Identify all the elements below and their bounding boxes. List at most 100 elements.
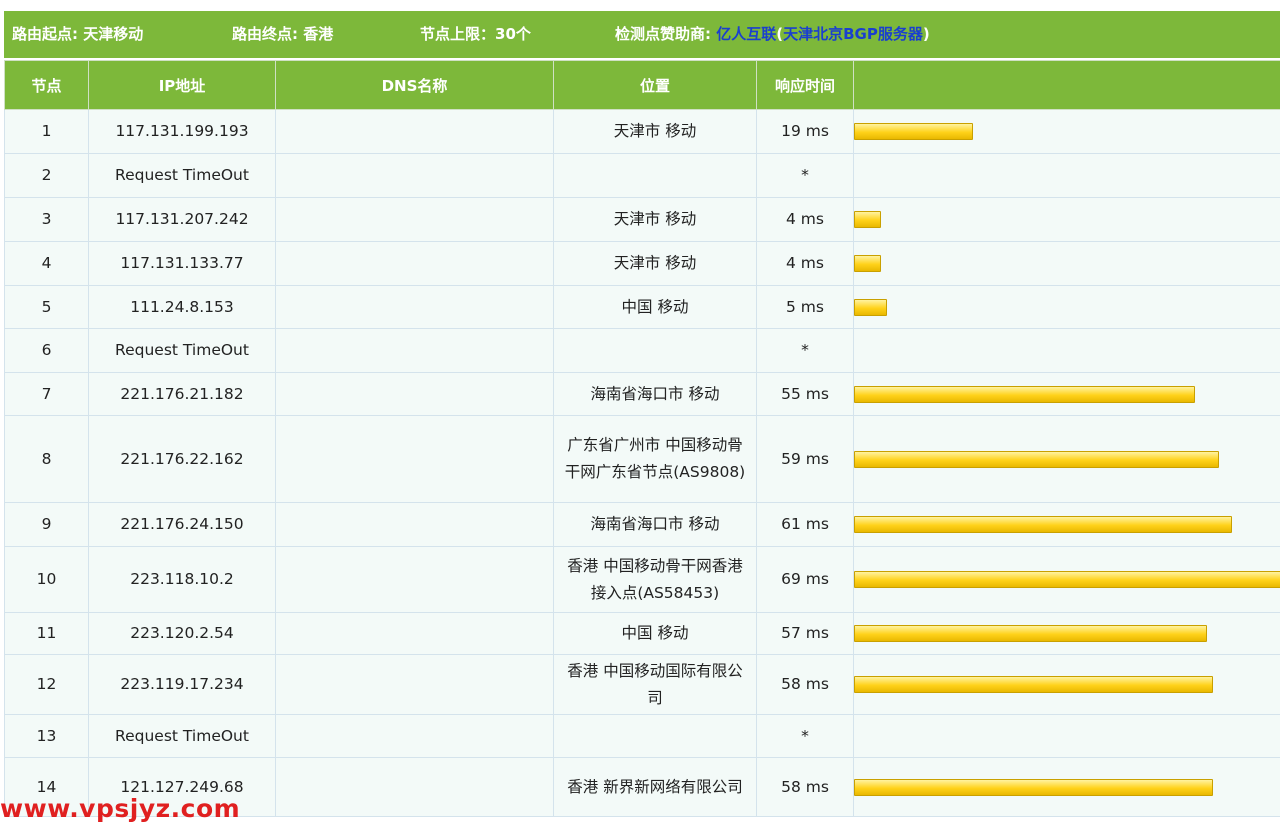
ip-cell: 221.176.24.150 — [88, 502, 276, 547]
ip-cell: 223.120.2.54 — [88, 612, 276, 655]
latency-bar — [854, 123, 973, 140]
col-header-node: 节点 — [4, 60, 89, 110]
table-row: 6 Request TimeOut * — [4, 328, 1280, 373]
location-text: 海南省海口市 移动 — [590, 515, 720, 533]
latency-bar-cell — [853, 285, 1280, 329]
location-text: 香港 中国移动骨干网香港接入点(AS58453) — [567, 556, 743, 602]
sponsor: 检测点赞助商: 亿人互联(天津北京BGP服务器) — [615, 25, 930, 43]
location-cell: 海南省海口市 移动 — [553, 502, 757, 547]
latency-bar-cell — [853, 328, 1280, 373]
ip-cell: 223.119.17.234 — [88, 654, 276, 715]
dns-cell — [275, 153, 554, 198]
location-cell: 海南省海口市 移动 — [553, 372, 757, 416]
location-text: 海南省海口市 移动 — [590, 384, 720, 403]
response-time-cell: 58 ms — [756, 757, 854, 817]
response-time-cell: * — [756, 714, 854, 758]
node-cell: 12 — [4, 654, 89, 715]
latency-bar — [854, 255, 881, 272]
node-cell: 13 — [4, 714, 89, 758]
latency-bar-cell — [853, 502, 1280, 547]
ip-cell: 117.131.207.242 — [88, 197, 276, 242]
route-start: 路由起点: 天津移动 — [12, 25, 144, 43]
traceroute-table: 节点 IP地址 DNS名称 位置 响应时间 1 117.131.199.193 天津… — [4, 60, 1280, 817]
dns-cell — [275, 241, 554, 286]
dns-cell — [275, 654, 554, 715]
latency-bar-cell — [853, 153, 1280, 198]
ip-cell: 117.131.199.193 — [88, 109, 276, 154]
dns-cell — [275, 502, 554, 547]
dns-cell — [275, 197, 554, 242]
node-limit: 节点上限：30个 — [420, 25, 531, 43]
table-body: 1 117.131.199.193 天津市 移动 19 ms 2 Request Time… — [4, 109, 1280, 817]
dns-cell — [275, 714, 554, 758]
response-time-cell: 5 ms — [756, 285, 854, 329]
table-row: 8 221.176.22.162 广东省广州市 中国移动骨干网广东省节点(AS980… — [4, 415, 1280, 503]
response-time-cell: * — [756, 153, 854, 198]
col-header-time: 响应时间 — [756, 60, 854, 110]
response-time-cell: 59 ms — [756, 415, 854, 503]
table-row: 11 223.120.2.54 中国 移动 57 ms — [4, 612, 1280, 655]
latency-bar-cell — [853, 109, 1280, 154]
table-row: 3 117.131.207.242 天津市 移动 4 ms — [4, 197, 1280, 242]
table-row: 7 221.176.21.182 海南省海口市 移动 55 ms — [4, 372, 1280, 416]
latency-bar-cell — [853, 197, 1280, 242]
location-cell: 香港 新界新网络有限公司 — [553, 757, 757, 817]
latency-bar-cell — [853, 757, 1280, 817]
response-time-cell: * — [756, 328, 854, 373]
location-text: 天津市 移动 — [613, 254, 697, 272]
ip-cell: 223.118.10.2 — [88, 546, 276, 613]
node-cell: 9 — [4, 502, 89, 547]
location-text: 中国 移动 — [621, 624, 689, 642]
node-cell: 2 — [4, 153, 89, 198]
node-cell: 10 — [4, 546, 89, 613]
response-time-cell: 4 ms — [756, 197, 854, 242]
dns-cell — [275, 328, 554, 373]
col-header-bar — [853, 60, 1280, 110]
location-text: 天津市 移动 — [613, 122, 697, 140]
node-cell: 1 — [4, 109, 89, 154]
latency-bar — [854, 571, 1280, 588]
latency-bar — [854, 676, 1213, 693]
ip-cell: Request TimeOut — [88, 328, 276, 373]
latency-bar — [854, 385, 1195, 403]
latency-bar-cell — [853, 546, 1280, 613]
sponsor-link[interactable]: 亿人互联 — [716, 25, 776, 43]
sponsor-detail-link[interactable]: 天津北京BGP服务器 — [783, 25, 923, 43]
latency-bar — [854, 298, 887, 316]
ip-cell: 221.176.21.182 — [88, 372, 276, 416]
location-cell: 天津市 移动 — [553, 109, 757, 154]
dns-cell — [275, 415, 554, 503]
table-row: 2 Request TimeOut * — [4, 153, 1280, 198]
route-end: 路由终点: 香港 — [232, 25, 334, 43]
response-time-cell: 55 ms — [756, 372, 854, 416]
response-time-cell: 58 ms — [756, 654, 854, 715]
node-cell: 4 — [4, 241, 89, 286]
node-cell: 8 — [4, 415, 89, 503]
location-cell — [553, 714, 757, 758]
location-text: 天津市 移动 — [613, 210, 697, 228]
route-summary-bar: 路由起点: 天津移动 路由终点: 香港 节点上限：30个 检测点赞助商: 亿人互… — [4, 11, 1280, 58]
node-cell: 6 — [4, 328, 89, 373]
latency-bar — [854, 516, 1232, 533]
ip-cell: Request TimeOut — [88, 714, 276, 758]
location-cell: 香港 中国移动国际有限公司 — [553, 654, 757, 715]
dns-cell — [275, 372, 554, 416]
table-header-row: 节点 IP地址 DNS名称 位置 响应时间 — [4, 60, 1280, 110]
ip-cell: Request TimeOut — [88, 153, 276, 198]
location-cell: 天津市 移动 — [553, 241, 757, 286]
latency-bar — [854, 625, 1207, 642]
dns-cell — [275, 757, 554, 817]
col-header-dns: DNS名称 — [275, 60, 554, 110]
node-cell: 11 — [4, 612, 89, 655]
latency-bar-cell — [853, 714, 1280, 758]
latency-bar — [854, 450, 1219, 468]
latency-bar-cell — [853, 612, 1280, 655]
table-row: 5 111.24.8.153 中国 移动 5 ms — [4, 285, 1280, 329]
latency-bar-cell — [853, 654, 1280, 715]
watermark: www.vpsjyz.com — [0, 794, 241, 823]
latency-bar-cell — [853, 241, 1280, 286]
col-header-ip: IP地址 — [88, 60, 276, 110]
dns-cell — [275, 546, 554, 613]
location-cell — [553, 153, 757, 198]
latency-bar — [854, 211, 881, 228]
